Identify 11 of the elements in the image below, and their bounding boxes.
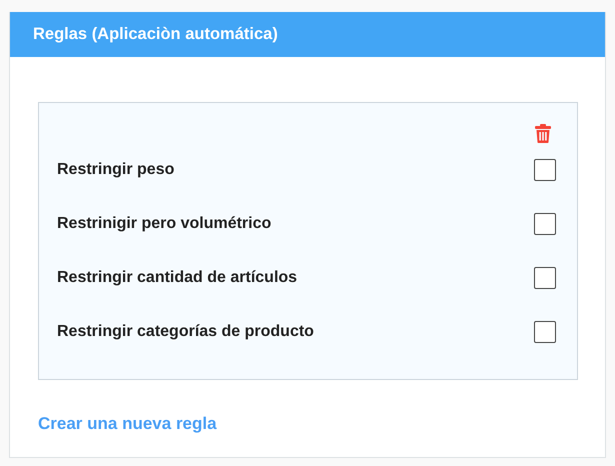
checkbox[interactable]	[534, 159, 556, 181]
checkbox[interactable]	[534, 321, 556, 343]
checkbox[interactable]	[534, 267, 556, 289]
rule-label: Restringir peso	[57, 161, 174, 179]
rule-label: Restrinigir pero volumétrico	[57, 215, 272, 233]
rule-label: Restringir cantidad de artículos	[57, 269, 298, 287]
rule-label: Restringir categorías de producto	[57, 323, 314, 341]
delete-icon[interactable]	[535, 124, 551, 143]
checkbox[interactable]	[534, 213, 556, 235]
panel-title: Reglas (Aplicaciòn automática)	[33, 25, 278, 44]
create-rule-link[interactable]: Crear una nueva regla	[38, 414, 217, 434]
